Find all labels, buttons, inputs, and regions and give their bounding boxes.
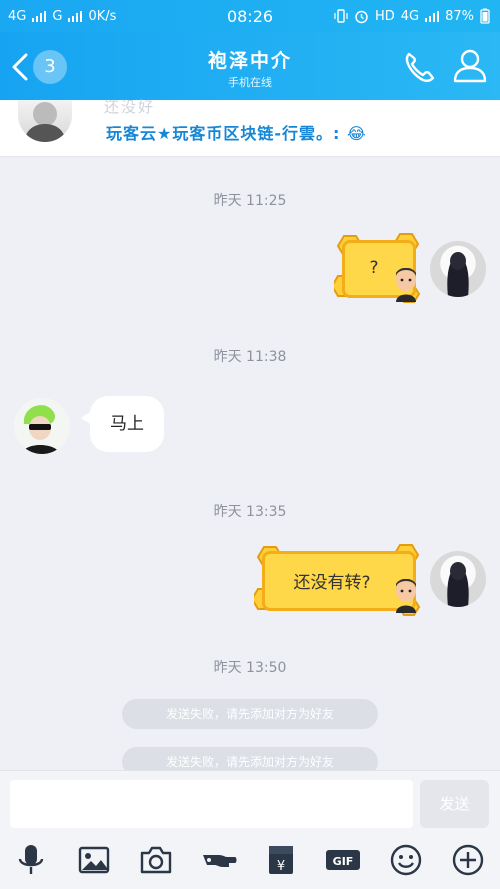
- timestamp: 昨天 13:50: [213, 660, 287, 676]
- microphone-icon[interactable]: [14, 843, 48, 877]
- phone-icon[interactable]: [402, 49, 438, 85]
- image-icon[interactable]: [77, 843, 111, 877]
- vibrate-icon: [334, 9, 348, 23]
- svg-text:¥: ¥: [277, 859, 285, 874]
- timestamp: 昨天 13:35: [213, 504, 287, 520]
- online-status: 手机在线: [228, 76, 272, 89]
- pinned-text: 玩客云★玩客币区块链-行雲。: 😂: [106, 124, 367, 143]
- send-failed-notice: 发送失败，请先添加对方为好友: [122, 699, 378, 729]
- faded-preview-text: 还没好: [104, 98, 156, 116]
- sticker-message[interactable]: ?: [334, 232, 424, 306]
- svg-text:GIF: GIF: [333, 855, 354, 868]
- my-avatar[interactable]: [430, 241, 486, 297]
- camera-icon[interactable]: [139, 843, 173, 877]
- red-packet-icon[interactable]: [201, 843, 239, 877]
- battery-percent: 87%: [445, 8, 474, 24]
- chat-header: 3 袍泽中介 手机在线: [0, 32, 500, 100]
- emoji-icon[interactable]: [389, 843, 423, 877]
- timestamp: 昨天 11:38: [213, 349, 287, 365]
- contact-avatar[interactable]: [14, 398, 70, 454]
- contact-name: 袍泽中介: [207, 50, 292, 72]
- back-button[interactable]: 3: [10, 50, 70, 84]
- message-input[interactable]: [10, 780, 413, 828]
- alarm-icon: [355, 10, 368, 23]
- laughing-emoji-icon: 😂: [340, 124, 367, 143]
- cartoon-face-icon: [396, 579, 416, 613]
- sticker-message[interactable]: 还没有转?: [254, 543, 424, 619]
- cartoon-face-icon: [396, 268, 416, 302]
- hd-label: HD: [374, 8, 395, 24]
- timestamp: 昨天 11:25: [213, 193, 287, 209]
- incoming-text-message[interactable]: 马上: [81, 396, 164, 452]
- signal-icon: [425, 10, 440, 22]
- network-label-3: 4G: [400, 8, 420, 24]
- status-bar: 4G G 0K/s 08:26 HD 4G 87%: [0, 0, 500, 32]
- contact-profile-icon[interactable]: [452, 47, 488, 83]
- my-avatar[interactable]: [430, 551, 486, 607]
- battery-icon: [480, 8, 490, 24]
- plus-icon[interactable]: [451, 843, 485, 877]
- unread-count-badge: 3: [33, 50, 67, 84]
- chevron-left-icon: [12, 53, 28, 81]
- gif-icon[interactable]: GIF: [324, 843, 362, 877]
- composer-bar: 发送 ¥ GIF: [0, 770, 500, 889]
- wallet-icon[interactable]: ¥: [264, 843, 298, 877]
- pinned-message-bar[interactable]: 还没好 玩客云★玩客币区块链-行雲。: 😂: [0, 98, 500, 157]
- send-button[interactable]: 发送: [420, 780, 489, 828]
- avatar: [18, 100, 72, 142]
